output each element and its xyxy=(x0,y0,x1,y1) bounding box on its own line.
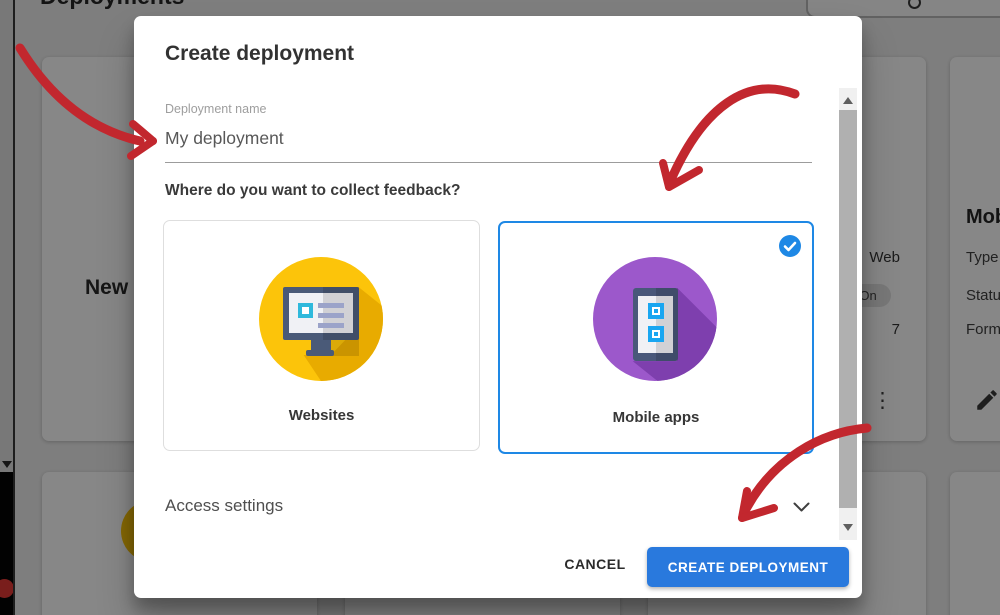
deployment-name-input[interactable] xyxy=(165,120,812,163)
selected-check-icon xyxy=(779,235,801,257)
create-deployment-button-label: CREATE DEPLOYMENT xyxy=(668,560,829,575)
create-deployment-button[interactable]: CREATE DEPLOYMENT xyxy=(647,547,849,587)
screen: Deployments New Web On 7 ⋮ Mobile Type S… xyxy=(0,0,1000,615)
scroll-up-icon[interactable] xyxy=(843,97,853,104)
access-settings-label[interactable]: Access settings xyxy=(165,496,283,516)
option-card-mobile-apps[interactable]: Mobile apps xyxy=(498,221,814,454)
option-card-websites[interactable]: Websites xyxy=(163,220,480,451)
feedback-question: Where do you want to collect feedback? xyxy=(165,182,460,200)
option-label-mobile-apps: Mobile apps xyxy=(500,409,812,426)
deployment-name-label: Deployment name xyxy=(165,102,266,116)
scrollbar-thumb[interactable] xyxy=(839,110,857,508)
mobile-apps-icon xyxy=(593,257,717,381)
websites-icon xyxy=(259,257,383,381)
chevron-down-icon[interactable] xyxy=(793,500,810,518)
scroll-down-icon[interactable] xyxy=(843,524,853,531)
option-label-websites: Websites xyxy=(164,407,479,424)
dialog-title: Create deployment xyxy=(165,42,354,66)
create-deployment-dialog: Create deployment Deployment name Where … xyxy=(134,16,862,598)
cancel-button[interactable]: CANCEL xyxy=(560,556,630,578)
